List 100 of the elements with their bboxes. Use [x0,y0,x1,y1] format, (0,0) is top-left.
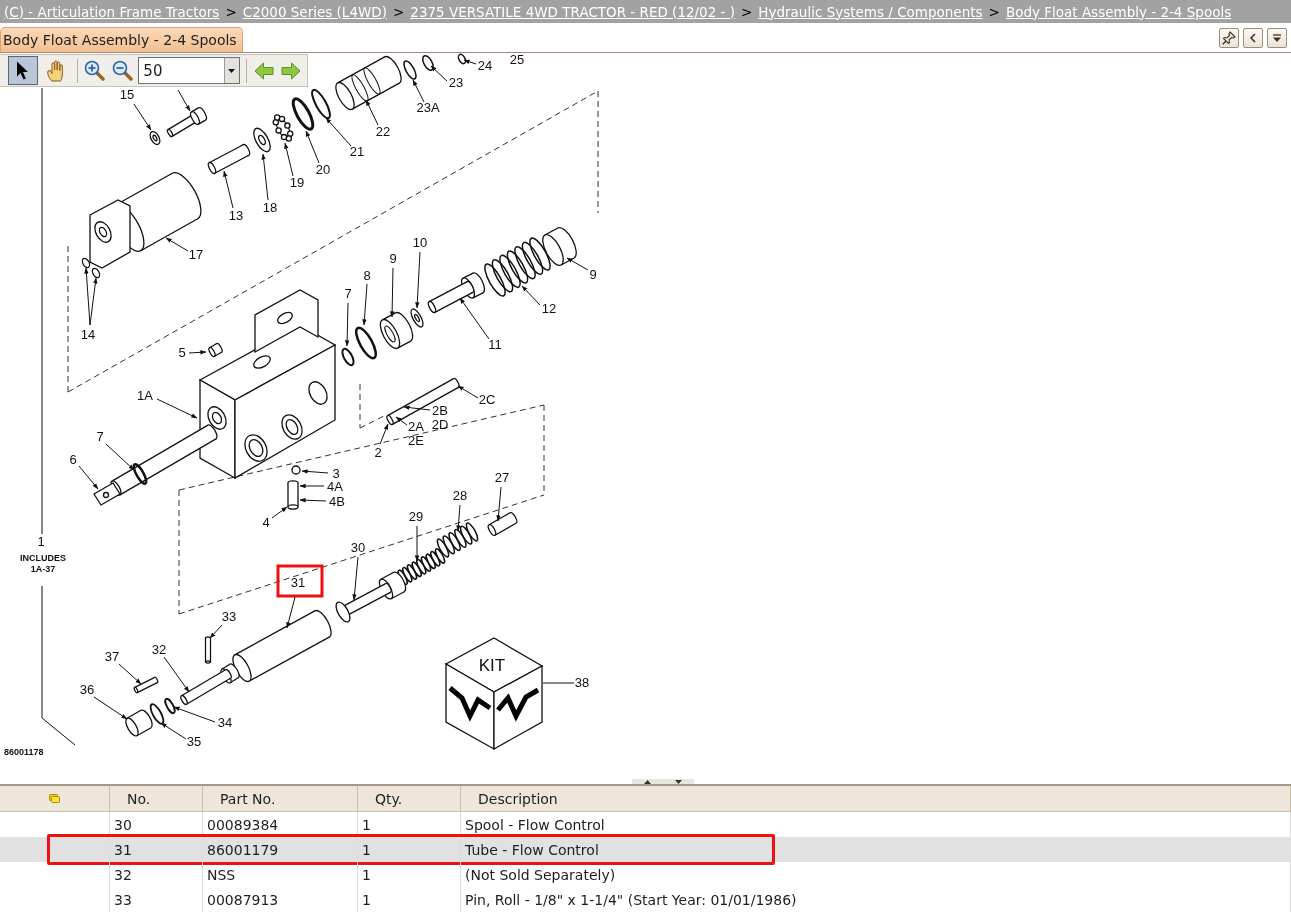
ring [457,53,467,65]
bolt [166,107,207,138]
breadcrumb-separator: > [393,3,405,20]
pin-button[interactable] [1219,27,1239,48]
zoom-in-icon [84,60,106,81]
callout-label[interactable]: 15 [119,87,135,102]
leader-line [379,423,389,445]
callout-label[interactable]: 1 [37,534,45,549]
callout-label[interactable]: 2D [431,417,449,432]
backup-ring [311,88,331,120]
plug [125,709,153,737]
previous-button[interactable] [1243,27,1263,48]
callout-label[interactable]: 17 [188,247,204,262]
pin-icon [1222,30,1236,45]
column-header[interactable]: No. [110,786,203,811]
column-header[interactable]: Part No. [203,786,358,811]
callout-label[interactable]: 34 [217,715,233,730]
table-row[interactable]: 32 NSS 1 (Not Sold Separately) [0,862,1291,887]
breadcrumb-separator: > [988,3,1000,20]
callout-label[interactable]: 23 [448,75,464,90]
leader-line [496,486,502,522]
callout-label[interactable]: 28 [452,488,468,503]
callout-label[interactable]: 13 [228,208,244,223]
callout-label[interactable]: 35 [186,734,202,749]
leader-line [395,416,408,426]
callout-label[interactable]: 7 [96,429,104,444]
callout-label[interactable]: 4 [262,515,270,530]
callout-label[interactable]: 12 [541,301,557,316]
callout-label[interactable]: 36 [79,682,95,697]
callout-label[interactable]: 29 [408,509,424,524]
ring [422,55,434,71]
callout-label[interactable]: 6 [69,452,77,467]
callout-label[interactable]: 32 [151,642,167,657]
callout-label[interactable]: 9 [389,251,397,266]
callout-label[interactable]: 4A [327,479,343,494]
leader-line [271,506,288,519]
callout-label[interactable]: 24 [477,58,493,73]
callout-label[interactable]: 2A [408,419,424,434]
select-tool-button[interactable] [8,56,38,85]
callout-label[interactable]: 27 [494,470,510,485]
o-ring [91,267,101,279]
o-ring [291,97,315,131]
leader-line [344,302,350,347]
callout-label[interactable]: 5 [178,345,186,360]
callout-label[interactable]: 2B [432,403,448,418]
callout-label[interactable]: 2 [374,445,382,460]
sleeve [335,55,402,111]
breadcrumb-separator: > [741,3,753,20]
callout-label[interactable]: 37 [104,649,120,664]
tab[interactable]: Body Float Assembly - 2-4 Spools [0,27,243,52]
callout-label[interactable]: 19 [289,175,305,190]
spring [484,237,551,297]
table-cell: Tube - Flow Control [461,837,1291,862]
table-row[interactable]: 33 00087913 1 Pin, Roll - 1/8" x 1-1/4" (Start Year: 01/01/1986) [0,887,1291,912]
callout-label[interactable]: 30 [350,540,366,555]
splitter-handle[interactable] [632,779,694,784]
washer [253,127,271,153]
callout-label[interactable]: 4B [329,494,345,509]
callout-label[interactable]: 21 [349,144,365,159]
callout-label[interactable]: 3 [332,466,340,481]
callout-label[interactable]: 20 [315,162,331,177]
leader-line [430,65,448,82]
callout-label[interactable]: 25 [509,53,525,67]
o-ring [149,703,165,725]
callout-label[interactable]: 14 [80,327,96,342]
leader-line [456,504,461,532]
callout-label[interactable]: 38 [574,675,590,690]
callout-label[interactable]: 11 [488,337,502,352]
stem [180,663,240,706]
leader-line [457,385,479,399]
leader-line [305,130,320,164]
zoom-combobox[interactable]: 50 [138,57,240,84]
up-triangle-icon [644,779,651,784]
table-cell: 32 [110,862,203,887]
callout-label[interactable]: 9 [589,267,597,282]
callout-label[interactable]: 10 [412,235,428,250]
column-header[interactable]: Qty. [358,786,461,811]
column-header[interactable]: Description [461,786,1291,811]
callout-label[interactable]: 33 [221,609,237,624]
leader-line [118,663,142,685]
leader-line [299,497,327,503]
drawing-number: 86001178 [4,747,44,757]
callout-label[interactable]: 22 [375,124,391,139]
callout-label[interactable]: 31 [290,575,306,590]
left-arrow-icon [253,61,274,80]
callout-label[interactable]: 7 [344,286,352,301]
callout-label[interactable]: 2C [478,392,496,407]
seal-retainer [379,311,414,350]
right-arrow-icon [281,61,302,80]
leader-line [403,405,431,411]
callout-label[interactable]: 1A [137,388,153,403]
leader-line [223,170,234,209]
table-cell: NSS [203,862,358,887]
callout-label[interactable]: 2E [408,433,424,448]
callout-label[interactable]: 8 [363,268,371,283]
callout-label[interactable]: 23A [416,100,440,115]
callout-label[interactable]: 18 [262,200,278,215]
dropdown-button[interactable] [1267,27,1287,48]
leader-line [156,398,198,419]
table-row[interactable]: 31 86001179 1 Tube - Flow Control [0,837,1291,862]
